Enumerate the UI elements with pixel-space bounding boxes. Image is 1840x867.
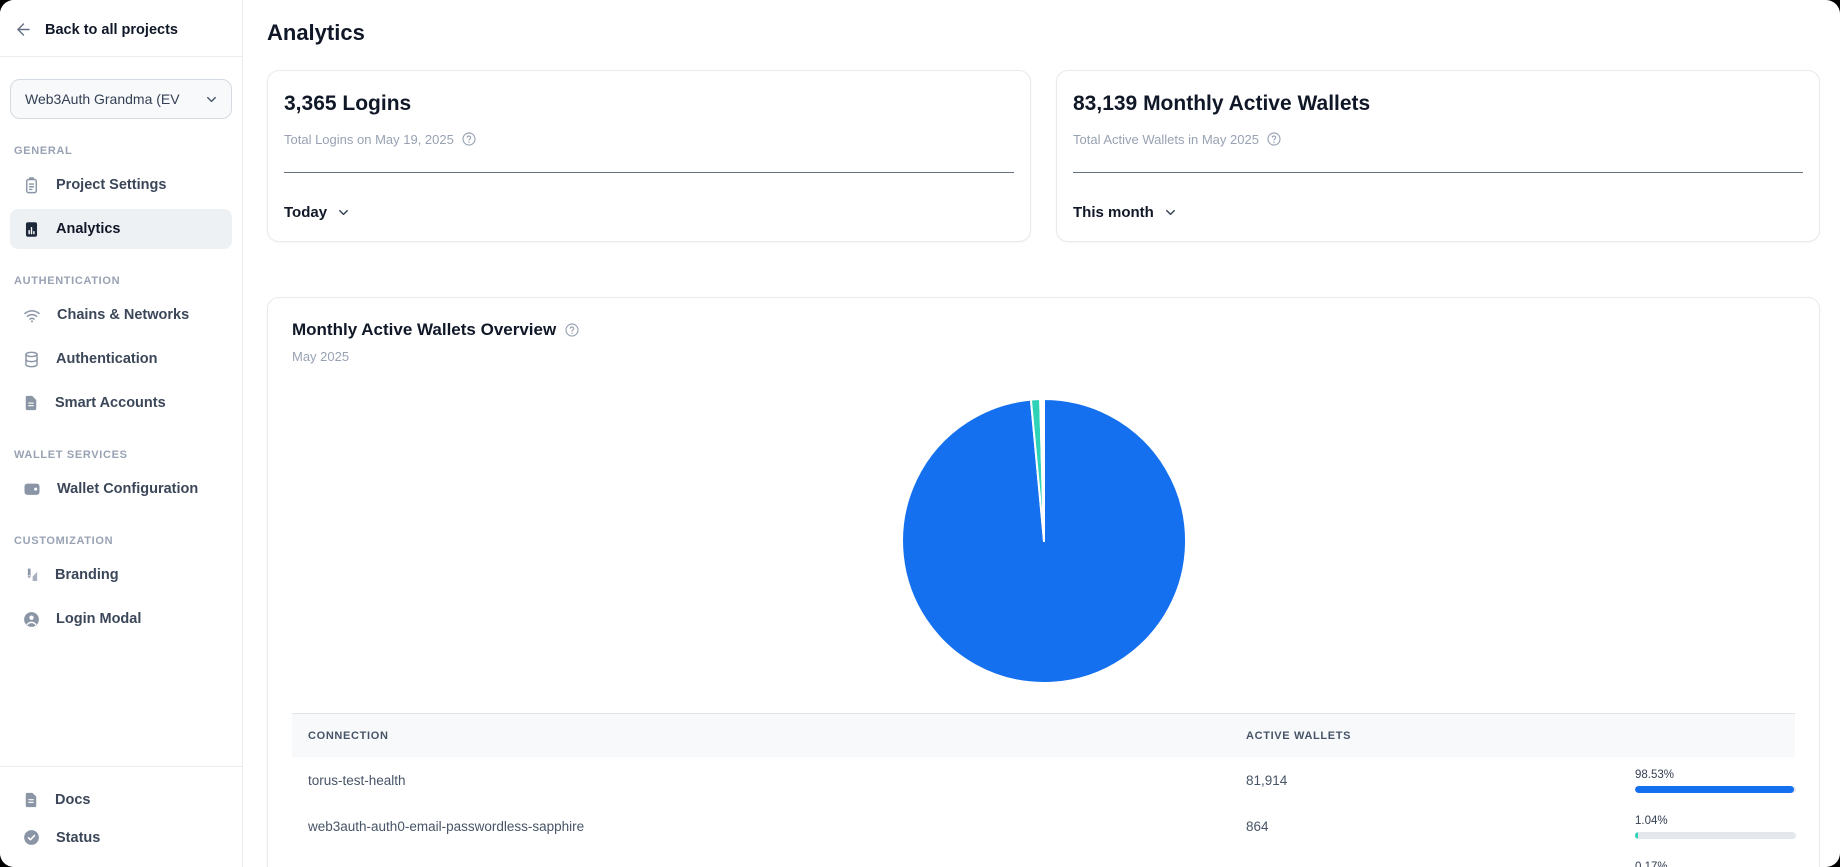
connection-name: torus-test-health — [292, 773, 1246, 788]
sidebar-item-analytics[interactable]: Analytics — [10, 209, 232, 249]
sidebar-footer: Docs Status — [0, 767, 242, 867]
chevron-down-icon — [1163, 205, 1178, 220]
app-window: Back to all projects Web3Auth Grandma (E… — [0, 0, 1840, 867]
wifi-icon — [22, 305, 42, 325]
sidebar-item-wallet-configuration[interactable]: Wallet Configuration — [10, 469, 232, 509]
brush-icon — [22, 566, 40, 584]
sidebar-item-label: Smart Accounts — [55, 395, 166, 411]
clipboard-icon — [22, 176, 41, 195]
active-wallets-range-label: This month — [1073, 204, 1154, 221]
chevron-down-icon — [204, 92, 219, 107]
logins-range-dropdown[interactable]: Today — [284, 204, 351, 221]
wallet-icon — [22, 479, 42, 499]
active-wallets-count: 81,914 — [1246, 773, 1635, 788]
sidebar-item-chains-networks[interactable]: Chains & Networks — [10, 295, 232, 335]
sidebar-item-authentication[interactable]: Authentication — [10, 339, 232, 379]
logins-chart-baseline — [284, 172, 1014, 173]
sidebar-nav: Web3Auth Grandma (EV GENERAL Project Sett… — [0, 57, 242, 766]
logins-stat-card: 3,365 Logins Total Logins on May 19, 202… — [267, 70, 1031, 242]
back-to-projects-button[interactable]: Back to all projects — [0, 0, 242, 56]
sidebar-item-label: Branding — [55, 567, 119, 583]
analytics-icon — [22, 220, 41, 239]
connections-table: CONNECTION ACTIVE WALLETS torus-test-hea… — [292, 713, 1795, 867]
sidebar-item-label: Analytics — [56, 221, 120, 237]
sidebar-item-label: Chains & Networks — [57, 307, 189, 323]
table-row: web3auth-auth0-email-passwordless-sapphi… — [292, 803, 1795, 849]
share-cell: 1.04% — [1635, 813, 1796, 839]
column-header-connection: CONNECTION — [292, 730, 1246, 742]
sidebar-item-branding[interactable]: Branding — [10, 555, 232, 595]
sidebar-item-label: Project Settings — [56, 177, 166, 193]
section-label-general: GENERAL — [14, 145, 228, 157]
sidebar-item-label: Status — [56, 830, 100, 846]
share-bar-fill — [1635, 786, 1794, 793]
active-wallets-subtitle: Total Active Wallets in May 2025 — [1073, 132, 1259, 147]
page-title: Analytics — [267, 20, 1820, 46]
active-wallets-range-dropdown[interactable]: This month — [1073, 204, 1178, 221]
project-selector-dropdown[interactable]: Web3Auth Grandma (EV — [10, 79, 232, 119]
file-icon — [22, 394, 40, 412]
connections-table-header: CONNECTION ACTIVE WALLETS — [292, 713, 1795, 757]
share-percent-label: 0.17% — [1635, 861, 1796, 867]
share-cell: 0.17% — [1635, 859, 1796, 867]
share-cell: 98.53% — [1635, 767, 1796, 793]
overview-subtitle: May 2025 — [292, 349, 1795, 364]
check-circle-icon — [22, 828, 41, 847]
help-icon[interactable] — [564, 322, 580, 338]
active-wallets-value: 83,139 Monthly Active Wallets — [1073, 92, 1803, 116]
active-wallets-pie-chart — [292, 395, 1795, 685]
sidebar-item-label: Docs — [55, 792, 90, 808]
column-header-active-wallets: ACTIVE WALLETS — [1246, 730, 1635, 742]
section-label-authentication: AUTHENTICATION — [14, 275, 228, 287]
share-bar-track — [1635, 786, 1796, 793]
monthly-active-wallets-overview-card: Monthly Active Wallets Overview May 2025… — [267, 297, 1820, 867]
help-icon[interactable] — [461, 131, 477, 147]
section-label-customization: CUSTOMIZATION — [14, 535, 228, 547]
help-icon[interactable] — [1266, 131, 1282, 147]
table-row: web3auth-google-sapphire1450.17% — [292, 849, 1795, 867]
share-percent-label: 98.53% — [1635, 769, 1796, 781]
sidebar-item-label: Wallet Configuration — [57, 481, 198, 497]
sidebar-footer-item-docs[interactable]: Docs — [10, 781, 232, 818]
sidebar-item-project-settings[interactable]: Project Settings — [10, 165, 232, 205]
section-label-wallet-services: WALLET SERVICES — [14, 449, 228, 461]
database-icon — [22, 350, 41, 369]
sidebar-footer-item-status[interactable]: Status — [10, 819, 232, 856]
sidebar-item-label: Login Modal — [56, 611, 141, 627]
sidebar: Back to all projects Web3Auth Grandma (E… — [0, 0, 243, 867]
share-bar-fill — [1635, 832, 1638, 839]
active-wallets-chart-baseline — [1073, 172, 1803, 173]
logins-value: 3,365 Logins — [284, 92, 1014, 116]
arrow-left-icon — [14, 20, 33, 39]
project-selector-value: Web3Auth Grandma (EV — [25, 91, 180, 107]
chevron-down-icon — [336, 205, 351, 220]
stat-cards-row: 3,365 Logins Total Logins on May 19, 202… — [267, 70, 1820, 242]
connection-name: web3auth-auth0-email-passwordless-sapphi… — [292, 819, 1246, 834]
docs-icon — [22, 791, 40, 809]
table-row: torus-test-health81,91498.53% — [292, 757, 1795, 803]
active-wallets-stat-card: 83,139 Monthly Active Wallets Total Acti… — [1056, 70, 1820, 242]
overview-title: Monthly Active Wallets Overview — [292, 320, 556, 340]
logins-subtitle: Total Logins on May 19, 2025 — [284, 132, 454, 147]
share-percent-label: 1.04% — [1635, 815, 1796, 827]
active-wallets-count: 864 — [1246, 819, 1635, 834]
main-content: Analytics 3,365 Logins Total Logins on M… — [243, 0, 1840, 867]
sidebar-item-label: Authentication — [56, 351, 158, 367]
sidebar-item-login-modal[interactable]: Login Modal — [10, 599, 232, 639]
logins-range-label: Today — [284, 204, 327, 221]
sidebar-item-smart-accounts[interactable]: Smart Accounts — [10, 383, 232, 423]
user-circle-icon — [22, 610, 41, 629]
share-bar-track — [1635, 832, 1796, 839]
back-to-projects-label: Back to all projects — [45, 22, 178, 38]
